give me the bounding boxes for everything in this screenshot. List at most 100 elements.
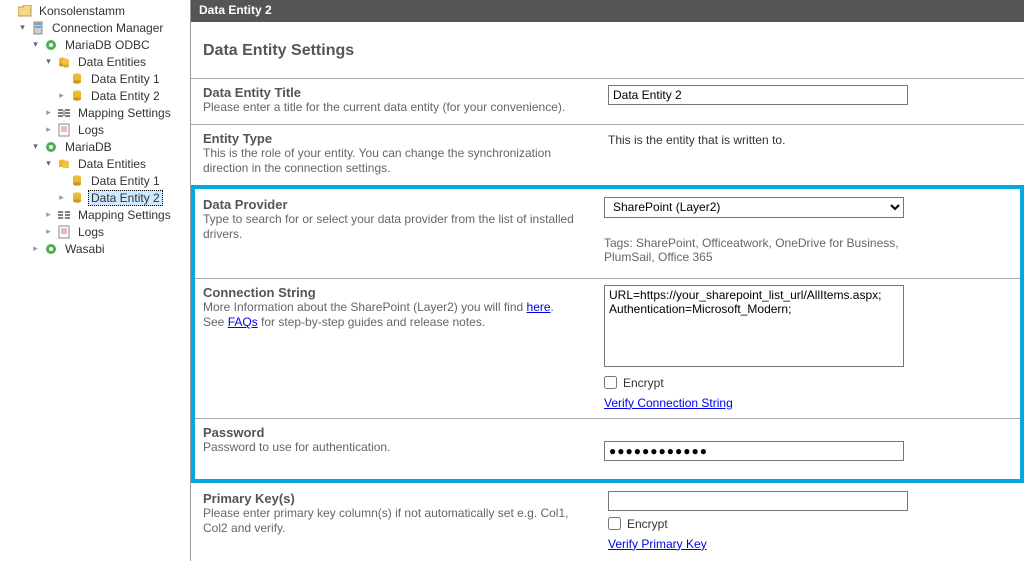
- pk-encrypt-row: Encrypt: [608, 517, 996, 531]
- title-label: Data Entity Title: [203, 85, 578, 100]
- connection-string-textarea[interactable]: URL=https://your_sharepoint_list_url/All…: [604, 285, 904, 367]
- tree-label: Data Entities: [75, 55, 149, 69]
- row-password: Password Password to use for authenticat…: [195, 418, 1020, 479]
- tree-label: Data Entity 1: [88, 174, 163, 188]
- tree-label: Logs: [75, 225, 107, 239]
- expander-collapse-icon[interactable]: ▾: [30, 39, 41, 50]
- expander-expand-icon[interactable]: ▸: [43, 107, 54, 118]
- verify-connection-link[interactable]: Verify Connection String: [604, 396, 733, 410]
- expander-expand-icon[interactable]: ▸: [30, 243, 41, 254]
- conn-desc-c: for step-by-step guides and release note…: [258, 315, 485, 329]
- tree-label: MariaDB ODBC: [62, 38, 153, 52]
- encrypt-row: Encrypt: [604, 376, 992, 390]
- tree-item-mariadb-odbc[interactable]: ▾ MariaDB ODBC: [4, 36, 190, 53]
- right-panel: Data Entity 2 Data Entity Settings Data …: [191, 0, 1024, 561]
- gear-green-icon: [43, 241, 59, 257]
- conn-here-link[interactable]: here: [527, 300, 551, 314]
- expander-collapse-icon[interactable]: ▾: [30, 141, 41, 152]
- expander-expand-icon[interactable]: ▸: [43, 124, 54, 135]
- tree-item-connection-manager[interactable]: ▾ Connection Manager: [4, 19, 190, 36]
- tree-item-mdb-logs[interactable]: ▸ Logs: [4, 223, 190, 240]
- titlebar-text: Data Entity 2: [199, 3, 272, 17]
- pk-encrypt-label: Encrypt: [627, 517, 668, 531]
- cylinder-icon: [69, 173, 85, 189]
- tree-item-logs[interactable]: ▸ Logs: [4, 121, 190, 138]
- row-entity-type: Entity Type This is the role of your ent…: [191, 124, 1024, 185]
- password-desc: Password to use for authentication.: [203, 440, 574, 456]
- cylinder-icon: [69, 88, 85, 104]
- tree-label: Data Entity 2: [88, 190, 163, 206]
- entitytype-value: This is the entity that is written to.: [608, 131, 996, 147]
- cylinders-icon: [56, 156, 72, 172]
- mapping-icon: [56, 105, 72, 121]
- expander-collapse-icon[interactable]: ▾: [17, 22, 28, 33]
- tree-label: Data Entity 2: [88, 89, 163, 103]
- tree-item-mariadb[interactable]: ▾ MariaDB: [4, 138, 190, 155]
- expander-expand-icon[interactable]: ▸: [56, 90, 67, 101]
- highlight-box: Data Provider Type to search for or sele…: [191, 185, 1024, 483]
- row-title: Data Entity Title Please enter a title f…: [191, 78, 1024, 124]
- pk-desc: Please enter primary key column(s) if no…: [203, 506, 578, 537]
- pk-encrypt-checkbox[interactable]: [608, 517, 621, 530]
- provider-select[interactable]: SharePoint (Layer2): [604, 197, 904, 218]
- tree-item-data-entities-2[interactable]: ▾ Data Entities: [4, 155, 190, 172]
- gear-green-icon: [43, 139, 59, 155]
- row-primary-key: Primary Key(s) Please enter primary key …: [191, 483, 1024, 559]
- title-input[interactable]: [608, 85, 908, 105]
- tree-item-mdb-entity-2[interactable]: ▸ Data Entity 2: [4, 189, 190, 206]
- conn-faqs-link[interactable]: FAQs: [228, 315, 258, 329]
- provider-desc: Type to search for or select your data p…: [203, 212, 574, 243]
- logs-icon: [56, 224, 72, 240]
- verify-pk-link[interactable]: Verify Primary Key: [608, 537, 707, 551]
- tree-label: Connection Manager: [49, 21, 166, 35]
- row-data-provider: Data Provider Type to search for or sele…: [195, 189, 1020, 278]
- entitytype-label: Entity Type: [203, 131, 578, 146]
- tree-label: Mapping Settings: [75, 208, 174, 222]
- tree-item-mdb-entity-1[interactable]: Data Entity 1: [4, 172, 190, 189]
- mapping-icon: [56, 207, 72, 223]
- tree-item-data-entities[interactable]: ▾ Data Entities: [4, 53, 190, 70]
- titlebar: Data Entity 2: [191, 0, 1024, 22]
- tree-item-data-entity-1[interactable]: Data Entity 1: [4, 70, 190, 87]
- tree-label: MariaDB: [62, 140, 115, 154]
- tree-item-mdb-mapping[interactable]: ▸ Mapping Settings: [4, 206, 190, 223]
- conn-label: Connection String: [203, 285, 574, 300]
- cylinder-icon: [69, 190, 85, 206]
- expander-expand-icon[interactable]: ▸: [56, 192, 67, 203]
- section-heading: Data Entity Settings: [191, 22, 1024, 78]
- provider-label: Data Provider: [203, 197, 574, 212]
- expander-expand-icon[interactable]: ▸: [43, 226, 54, 237]
- tree-label: Logs: [75, 123, 107, 137]
- tree-item-data-entity-2[interactable]: ▸ Data Entity 2: [4, 87, 190, 104]
- tree-item-mapping-settings[interactable]: ▸ Mapping Settings: [4, 104, 190, 121]
- tree-label: Konsolenstamm: [36, 4, 128, 18]
- server-icon: [30, 20, 46, 36]
- provider-tags: Tags: SharePoint, Officeatwork, OneDrive…: [604, 236, 904, 264]
- tree-item-wasabi[interactable]: ▸ Wasabi: [4, 240, 190, 257]
- expander-collapse-icon[interactable]: ▾: [43, 56, 54, 67]
- encrypt-checkbox[interactable]: [604, 376, 617, 389]
- pk-input[interactable]: [608, 491, 908, 511]
- folder-icon: [17, 3, 33, 19]
- tree-item-konsolenstamm[interactable]: Konsolenstamm: [4, 2, 190, 19]
- row-connection-string: Connection String More Information about…: [195, 278, 1020, 418]
- tree-label: Data Entity 1: [88, 72, 163, 86]
- password-input[interactable]: [604, 441, 904, 461]
- tree-label: Data Entities: [75, 157, 149, 171]
- expander-expand-icon[interactable]: ▸: [43, 209, 54, 220]
- title-desc: Please enter a title for the current dat…: [203, 100, 578, 116]
- settings-content: Data Entity Settings Data Entity Title P…: [191, 22, 1024, 561]
- pk-label: Primary Key(s): [203, 491, 578, 506]
- expander-collapse-icon[interactable]: ▾: [43, 158, 54, 169]
- entitytype-desc: This is the role of your entity. You can…: [203, 146, 578, 177]
- gear-green-icon: [43, 37, 59, 53]
- tree-label: Mapping Settings: [75, 106, 174, 120]
- conn-desc-a: More Information about the SharePoint (L…: [203, 300, 527, 314]
- password-label: Password: [203, 425, 574, 440]
- conn-desc: More Information about the SharePoint (L…: [203, 300, 574, 331]
- cylinders-icon: [56, 54, 72, 70]
- cylinder-icon: [69, 71, 85, 87]
- encrypt-label: Encrypt: [623, 376, 664, 390]
- tree-label: Wasabi: [62, 242, 108, 256]
- tree-panel: Konsolenstamm ▾ Connection Manager ▾ Mar…: [0, 0, 191, 561]
